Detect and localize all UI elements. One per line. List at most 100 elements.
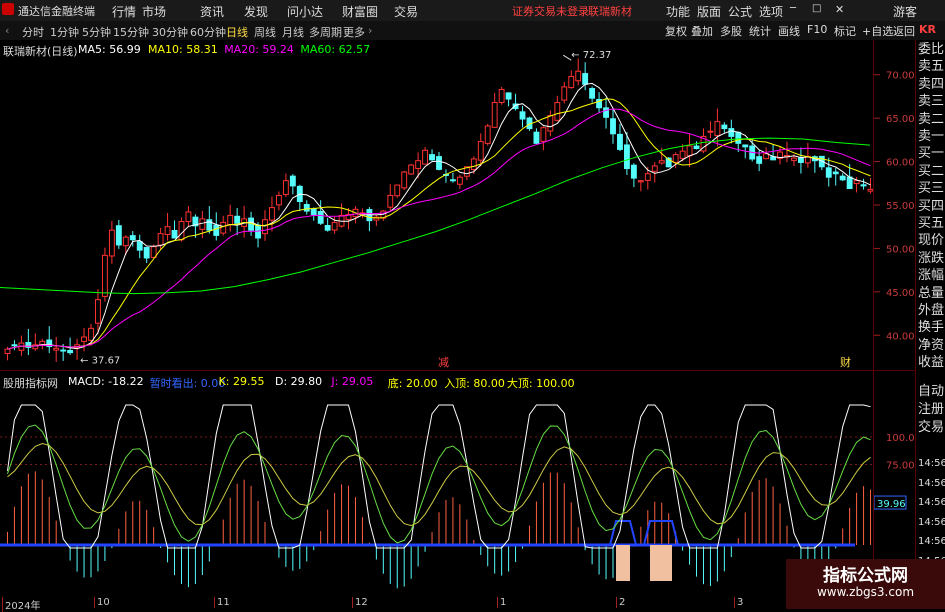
menu-ask[interactable]: 问小达 xyxy=(287,3,323,20)
candle-body xyxy=(589,88,596,99)
event-marker-reduce: 减 xyxy=(438,356,449,369)
indicator-legend-item: J: 29.05 xyxy=(331,375,374,388)
candle-body xyxy=(262,219,268,235)
tick-time: 14:56 xyxy=(918,516,945,528)
candle-body xyxy=(449,179,456,182)
menu-discover[interactable]: 发现 xyxy=(244,3,268,20)
side-tab[interactable]: 交易 xyxy=(918,420,944,436)
menu-formula[interactable]: 公式 xyxy=(728,3,752,20)
menu-trade[interactable]: 交易 xyxy=(394,3,418,20)
y-tick-label: 40.00 xyxy=(886,331,915,342)
candle-body xyxy=(310,208,317,216)
overlay-button[interactable]: 叠加 xyxy=(691,23,713,39)
quote-side-panel: 委比 卖五 卖四 卖三 卖二 卖一 买一 买二 买三 买四 买五 现价 涨跌 涨幅 总量 外盘 换手 净资 收益 自动… xyxy=(915,40,945,609)
quote-label: 卖四 xyxy=(918,76,945,92)
ma-legend-item: MA5: 56.99 xyxy=(78,43,141,56)
tab-period-more[interactable]: 更多 xyxy=(343,24,365,40)
candle-body xyxy=(498,89,505,103)
stock-link[interactable]: 联瑞新材 xyxy=(588,3,632,19)
tick-time: 14:56 xyxy=(918,536,945,547)
date-label: 10 xyxy=(94,597,110,608)
candle-body xyxy=(554,102,561,121)
candle-body xyxy=(791,157,797,161)
restore-rights-button[interactable]: 复权 xyxy=(665,23,687,39)
menu-hq[interactable]: 行情 xyxy=(112,3,136,20)
date-label: 1 xyxy=(497,597,506,608)
menu-options[interactable]: 选项 xyxy=(759,3,783,20)
side-tab[interactable]: 注册 xyxy=(918,402,944,418)
candle-body xyxy=(213,224,220,236)
draw-line-button[interactable]: 画线 xyxy=(778,23,800,39)
menu-function[interactable]: 功能 xyxy=(666,3,690,20)
candle-body xyxy=(623,144,630,170)
low-label: ← 37.67 xyxy=(80,355,120,366)
quote-label: 换手 xyxy=(918,320,945,336)
candle-body xyxy=(686,145,693,157)
candle-body xyxy=(317,210,324,224)
candle-body xyxy=(282,180,289,195)
back-button[interactable]: 返回 xyxy=(893,23,915,39)
candle-body xyxy=(707,130,714,133)
mark-button[interactable]: 标记 xyxy=(834,23,856,39)
menu-news[interactable]: 资讯 xyxy=(200,3,224,20)
candle-body xyxy=(129,235,136,241)
candle-body xyxy=(60,349,67,352)
tab-period-month[interactable]: 月线 xyxy=(282,24,304,40)
user-label[interactable]: 游客 xyxy=(893,3,917,20)
candle-body xyxy=(533,131,540,144)
indicator-legend-item: MACD: -18.22 xyxy=(68,375,144,388)
login-notice[interactable]: 证券交易未登录 xyxy=(512,3,589,19)
candle-body xyxy=(575,70,582,82)
minimize-button[interactable]: ─ xyxy=(790,3,796,14)
watermark-url: www.zbgs3.com xyxy=(816,585,915,599)
candle-body xyxy=(150,246,157,258)
statistics-button[interactable]: 统计 xyxy=(749,23,771,39)
add-watchlist-button[interactable]: +自选 xyxy=(862,23,893,39)
close-button[interactable]: ✕ xyxy=(835,3,844,16)
y-tick-label: 50.00 xyxy=(886,244,915,255)
candle-body xyxy=(477,141,484,161)
tab-period-day[interactable]: 日线 xyxy=(226,24,248,40)
tab-period-30min[interactable]: 30分钟 xyxy=(152,24,188,40)
menu-fortune[interactable]: 财富圈 xyxy=(342,3,378,20)
candle-body xyxy=(561,86,568,101)
quote-label: 委比 xyxy=(918,42,945,57)
candle-body xyxy=(825,167,832,178)
side-tab[interactable]: 自动 xyxy=(918,384,944,400)
axis-divider xyxy=(873,40,874,597)
indicator-legend-item: 入顶: 80.00 xyxy=(444,377,505,390)
multi-stock-button[interactable]: 多股 xyxy=(720,23,742,39)
main-chart-title: 联瑞新材(日线) xyxy=(3,45,78,58)
candle-body xyxy=(11,344,18,347)
candle-body xyxy=(484,125,491,144)
prev-icon[interactable]: ‹ xyxy=(5,24,9,37)
tab-period-15min[interactable]: 15分钟 xyxy=(113,24,149,40)
indicator-legend-item: K: 29.55 xyxy=(218,375,265,388)
candle-body xyxy=(331,221,338,231)
f10-button[interactable]: F10 xyxy=(807,23,827,36)
candle-body xyxy=(88,327,94,341)
menu-market[interactable]: 市场 xyxy=(142,3,166,20)
chevron-right-icon[interactable]: › xyxy=(368,24,372,37)
tab-period-1min[interactable]: 1分钟 xyxy=(50,24,79,40)
candle-body xyxy=(456,176,463,185)
indicator-legend-item: 暂时看出: 0.00 xyxy=(149,377,226,390)
tab-period-week[interactable]: 周线 xyxy=(254,24,276,40)
ma-legend-item: MA10: 58.31 xyxy=(148,43,218,56)
candlestick-chart[interactable]: 70.00 65.00 60.00 55.00 50.00 45.00 40.00 ← 72… xyxy=(0,40,915,370)
tab-period-60min[interactable]: 60分钟 xyxy=(190,24,226,40)
ma-legend-item: MA60: 62.57 xyxy=(300,43,371,56)
candle-body xyxy=(742,144,749,148)
indicator-chart[interactable]: 100.00 75.00 39.96 xyxy=(0,372,915,597)
tab-period-5min[interactable]: 5分钟 xyxy=(82,24,111,40)
quote-label: 买二 xyxy=(918,163,945,179)
restore-button[interactable]: □ xyxy=(812,3,821,14)
corner-badge: KR xyxy=(916,21,945,40)
candle-body xyxy=(429,154,435,161)
tab-period-fenshi[interactable]: 分时 xyxy=(22,24,44,40)
candle-body xyxy=(582,73,589,85)
candle-body xyxy=(846,176,853,189)
menu-layout[interactable]: 版面 xyxy=(697,3,721,20)
tab-period-multi[interactable]: 多周期 xyxy=(309,24,342,40)
app-logo xyxy=(2,3,14,15)
